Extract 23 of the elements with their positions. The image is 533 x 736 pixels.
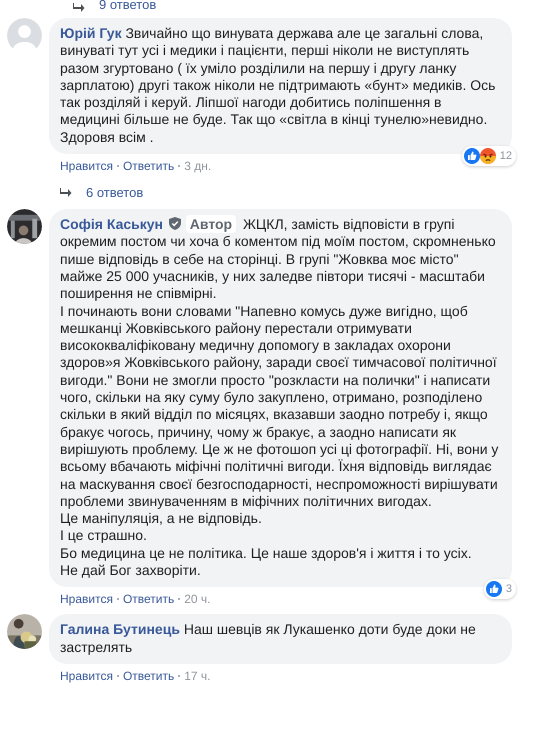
- separator-dot: [178, 598, 180, 600]
- like-link[interactable]: Нравится: [60, 159, 113, 174]
- reply-link[interactable]: Ответить: [122, 159, 174, 174]
- comment-text: Юрій Гук Звичайно що винувата держава але це загальні слова, винуваті тут усі і медики і пацієнти, перші ніколи не виступлять разом згуртовано ( їх уміло розділили на першу і другу ланку зарплатою) другі також ніколи не підтримають «бунт» медиків. Ось так розділяй і керуй. Ліпшої нагоди добитись поліпшення в медицині більше не буде. Так що «світла в кінці тунелю»невидно. Здоровя всім .: [60, 25, 496, 146]
- replies-link[interactable]: 6 ответов: [86, 184, 144, 200]
- comment-text: Софія Каськун Автор ЖЦКЛ, замість відповісти в групі окремим постом чи хоча б коментом під моїм постом, скромненько пише відповідь в себе на сторінці. В групі "Жовква моє місто" майже 25 000 учасників, у них заледве півтори тисячі - масштаби поширення не співмірні. І починають вони словами "Напевно комусь дуже вигідно, щоб мешканці Жовківського району перестали отримувати висококваліфіковану медичну допомогу в закладах охорони здоров»я Жовківського району, заради своєї тимчасової політичної вигоди." Вони не змогли просто "розкласти на полички" і написати чого, скільки на яку суму було закуплено, отримано, розподілено скільки в який відділ по місяцях, вказавши заодно потребу і, якщо бракує чогось, причину, чому ж бракує, а заодно написати як вирішують проблему. Це ж не фотошоп усі ці фотографії. Ні, вони у всьому вбачають міфічні політичні вигоди. Їхня відповідь виглядає на маскування своєї безгосподарності, неспроможності вирішувати проблеми звинуваченням в міфічних політичних вигодах. Це маніпуляція, а не відповідь. І це страшно. Бо медицина це не політика. Це наше здоров'я і життя і то усіх. Не дай Бог захворіти.: [60, 216, 500, 580]
- author-name[interactable]: Юрій Гук: [60, 25, 122, 41]
- reply-arrow-icon: [73, 2, 85, 12]
- separator-dot: [178, 674, 180, 677]
- author-badge: Автор: [186, 215, 236, 234]
- reply-link[interactable]: Ответить: [122, 592, 174, 606]
- like-link[interactable]: Нравится: [60, 668, 113, 683]
- author-name[interactable]: Софія Каськун: [60, 216, 164, 232]
- replies-link[interactable]: 9 ответов: [99, 0, 156, 12]
- like-link[interactable]: Нравится: [60, 592, 113, 606]
- comment-text: Галина Бутинець Наш шевців як Лукашенко доти буде доки не застрелять: [60, 621, 477, 656]
- separator-dot: [116, 165, 119, 168]
- separator-dot: [178, 165, 180, 168]
- reply-link[interactable]: Ответить: [122, 668, 174, 683]
- separator-dot: [116, 674, 119, 677]
- reply-arrow-icon: [60, 187, 72, 198]
- author-name[interactable]: Галина Бутинець: [60, 621, 180, 638]
- separator-dot: [116, 598, 119, 600]
